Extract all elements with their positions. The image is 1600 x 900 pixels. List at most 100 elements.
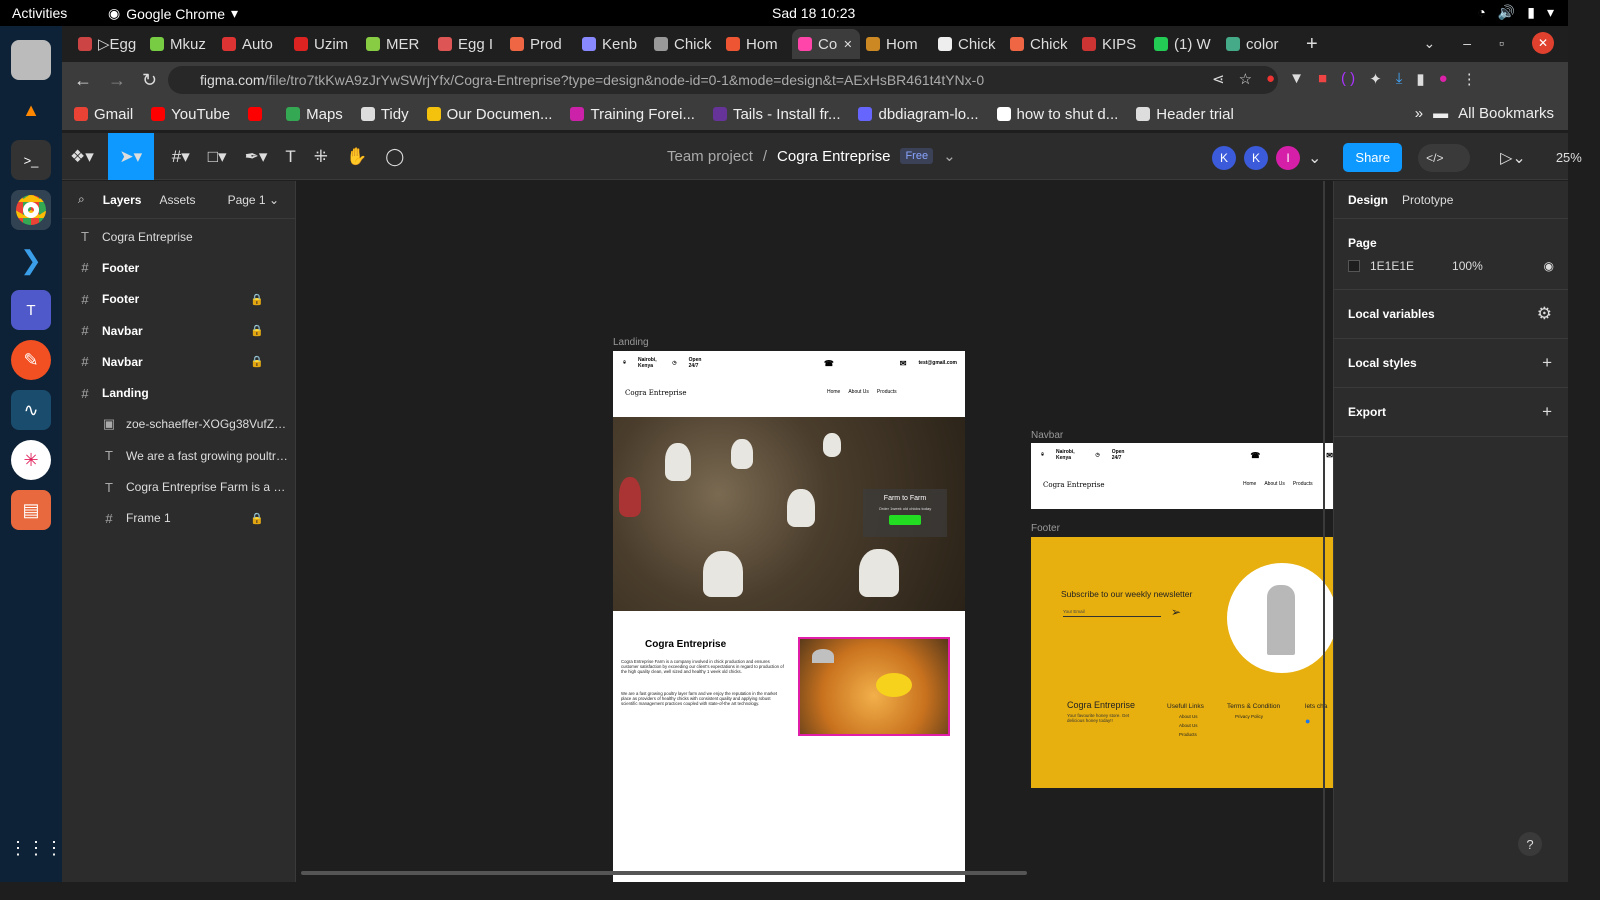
- bookmark-item[interactable]: Training Forei...: [570, 106, 695, 123]
- browser-tab[interactable]: Co ✕: [792, 29, 860, 59]
- menu-icon[interactable]: ⋮: [1462, 70, 1477, 88]
- eye-icon[interactable]: ◉: [1544, 259, 1554, 273]
- tab-prototype[interactable]: Prototype: [1402, 193, 1453, 207]
- activities-button[interactable]: Activities: [12, 5, 67, 21]
- layer-row[interactable]: ▣ zoe-schaeffer-XOGg38VufZs-...: [62, 409, 295, 440]
- reload-icon[interactable]: ↻: [142, 70, 164, 91]
- teams-icon[interactable]: T: [11, 290, 51, 330]
- download-icon[interactable]: ⤓: [1396, 70, 1403, 88]
- extension-icon[interactable]: ( ): [1341, 70, 1355, 88]
- bookmark-item[interactable]: dbdiagram-lo...: [858, 106, 979, 123]
- bookmark-item[interactable]: Gmail: [74, 106, 133, 123]
- share-icon[interactable]: ⋖: [1212, 70, 1225, 88]
- landing-frame[interactable]: ⌾ Nairobi, Kenya ◷ Open 24/7 ☎ ✉ test@gm…: [613, 351, 965, 882]
- chicks-image[interactable]: [798, 637, 950, 736]
- bookmark-item[interactable]: Tails - Install fr...: [712, 106, 840, 123]
- bookmark-item[interactable]: YouTube: [151, 106, 230, 123]
- layer-row[interactable]: # Footer 🔒: [62, 284, 295, 315]
- layer-row[interactable]: # Footer: [62, 252, 295, 283]
- browser-tab[interactable]: Chick: [1004, 29, 1076, 59]
- browser-tab[interactable]: (1) W: [1148, 29, 1220, 59]
- clock[interactable]: Sad 18 10:23: [772, 5, 855, 21]
- layer-row[interactable]: T Cogra Entreprise Farm is a co...: [62, 471, 295, 502]
- zoom-level[interactable]: 25%: [1556, 150, 1582, 165]
- frame-label-landing[interactable]: Landing: [613, 337, 649, 348]
- help-icon[interactable]: ?: [1518, 832, 1542, 856]
- add-style-icon[interactable]: +: [1542, 353, 1552, 373]
- extension-icon[interactable]: ▼: [1289, 70, 1304, 88]
- figma-menu-icon[interactable]: ❖▾: [70, 147, 94, 167]
- back-icon[interactable]: ←: [74, 70, 96, 91]
- add-export-icon[interactable]: +: [1542, 402, 1552, 422]
- collaborator-avatar[interactable]: K: [1244, 145, 1268, 170]
- shape-tool-icon[interactable]: □▾: [208, 147, 227, 167]
- browser-tab[interactable]: Prod: [504, 29, 576, 59]
- browser-tab[interactable]: Chick: [648, 29, 720, 59]
- navbar-frame[interactable]: ⌾ Nairobi, Kenya ◷ Open 24/7 ☎ ✉ Cogra E…: [1031, 443, 1333, 509]
- close-tab-icon[interactable]: ✕: [843, 38, 852, 51]
- new-tab-button[interactable]: +: [1306, 33, 1318, 56]
- tab-assets[interactable]: Assets: [159, 193, 195, 207]
- pen-tool-icon[interactable]: ✒▾: [245, 147, 268, 167]
- minimize-icon[interactable]: –: [1463, 35, 1471, 51]
- all-bookmarks[interactable]: » ▬ All Bookmarks: [1415, 105, 1554, 122]
- bookmark-item[interactable]: [248, 107, 268, 121]
- layer-row[interactable]: T We are a fast growing poultry ...: [62, 440, 295, 471]
- layer-row[interactable]: # Landing: [62, 377, 295, 408]
- tab-design[interactable]: Design: [1348, 193, 1388, 207]
- app-menu[interactable]: ◉ Google Chrome ▾: [108, 5, 238, 22]
- browser-tab[interactable]: Kenb: [576, 29, 648, 59]
- lock-icon[interactable]: 🔒: [250, 324, 264, 337]
- local-variables-section[interactable]: Local variables ⚙: [1334, 290, 1568, 339]
- tab-layers[interactable]: Layers: [103, 193, 142, 207]
- page-opacity[interactable]: 100%: [1452, 259, 1483, 273]
- browser-tab[interactable]: MER: [360, 29, 432, 59]
- browser-tab[interactable]: Uzim: [288, 29, 360, 59]
- bookmark-item[interactable]: Header trial: [1136, 106, 1234, 123]
- lock-icon[interactable]: 🔒: [250, 355, 264, 368]
- horizontal-scrollbar[interactable]: [301, 871, 1027, 875]
- hand-tool-icon[interactable]: ✋: [346, 147, 367, 167]
- page-color-swatch[interactable]: [1348, 260, 1360, 272]
- vlc-icon[interactable]: ▲: [11, 90, 51, 130]
- resources-icon[interactable]: ⁜: [314, 147, 328, 167]
- postman-icon[interactable]: ✎: [11, 340, 51, 380]
- variables-icon[interactable]: ⚙: [1537, 304, 1552, 324]
- browser-tab[interactable]: ▷Egg: [72, 29, 144, 59]
- profile-avatar[interactable]: ●: [1439, 70, 1448, 88]
- export-section[interactable]: Export +: [1334, 388, 1568, 437]
- extension-icon[interactable]: ●: [1266, 70, 1275, 88]
- file-name[interactable]: Cogra Entreprise: [777, 148, 890, 165]
- present-icon[interactable]: ▷⌄: [1500, 148, 1526, 168]
- impress-icon[interactable]: ▤: [11, 490, 51, 530]
- frame-label-footer[interactable]: Footer: [1031, 523, 1060, 534]
- search-icon[interactable]: ⌕: [78, 192, 85, 207]
- lock-icon[interactable]: 🔒: [250, 293, 264, 306]
- browser-tab[interactable]: Mkuz: [144, 29, 216, 59]
- browser-tab[interactable]: Auto: [216, 29, 288, 59]
- move-tool-icon[interactable]: ➤▾: [107, 133, 154, 180]
- collaborator-avatar[interactable]: K: [1212, 145, 1236, 170]
- sidepanel-icon[interactable]: ▮: [1416, 70, 1424, 88]
- text-tool-icon[interactable]: T: [285, 147, 295, 167]
- bookmark-item[interactable]: Tidy: [360, 106, 409, 123]
- browser-tab[interactable]: KIPS: [1076, 29, 1148, 59]
- chrome-dock-icon[interactable]: [11, 190, 51, 230]
- browser-tab[interactable]: Chick: [932, 29, 1004, 59]
- tab-search-icon[interactable]: ⌄: [1424, 35, 1436, 52]
- system-tray[interactable]: ◔ 🔊 ▮ ▾: [1477, 4, 1554, 21]
- bookmark-star-icon[interactable]: ☆: [1239, 70, 1252, 88]
- browser-tab[interactable]: Hom: [720, 29, 792, 59]
- slack-icon[interactable]: ✳: [11, 440, 51, 480]
- comment-tool-icon[interactable]: ◯: [385, 147, 404, 167]
- footer-frame[interactable]: Subscribe to our weekly newsletter Your …: [1031, 537, 1333, 788]
- url-bar[interactable]: figma.com/file/tro7tkKwA9zJrYwSWrjYfx/Co…: [168, 66, 1278, 94]
- design-canvas[interactable]: Landing ⌾ Nairobi, Kenya ◷ Open 24/7 ☎ ✉…: [297, 181, 1333, 882]
- extension-icon[interactable]: ■: [1318, 70, 1327, 88]
- page-selector[interactable]: Page 1 ⌄: [228, 193, 279, 207]
- maximize-icon[interactable]: ▫: [1499, 35, 1504, 51]
- share-button[interactable]: Share: [1343, 143, 1403, 172]
- layer-row[interactable]: # Navbar 🔒: [62, 346, 295, 377]
- layer-row[interactable]: # Frame 1 🔒: [62, 503, 295, 534]
- layer-row[interactable]: # Navbar 🔒: [62, 315, 295, 346]
